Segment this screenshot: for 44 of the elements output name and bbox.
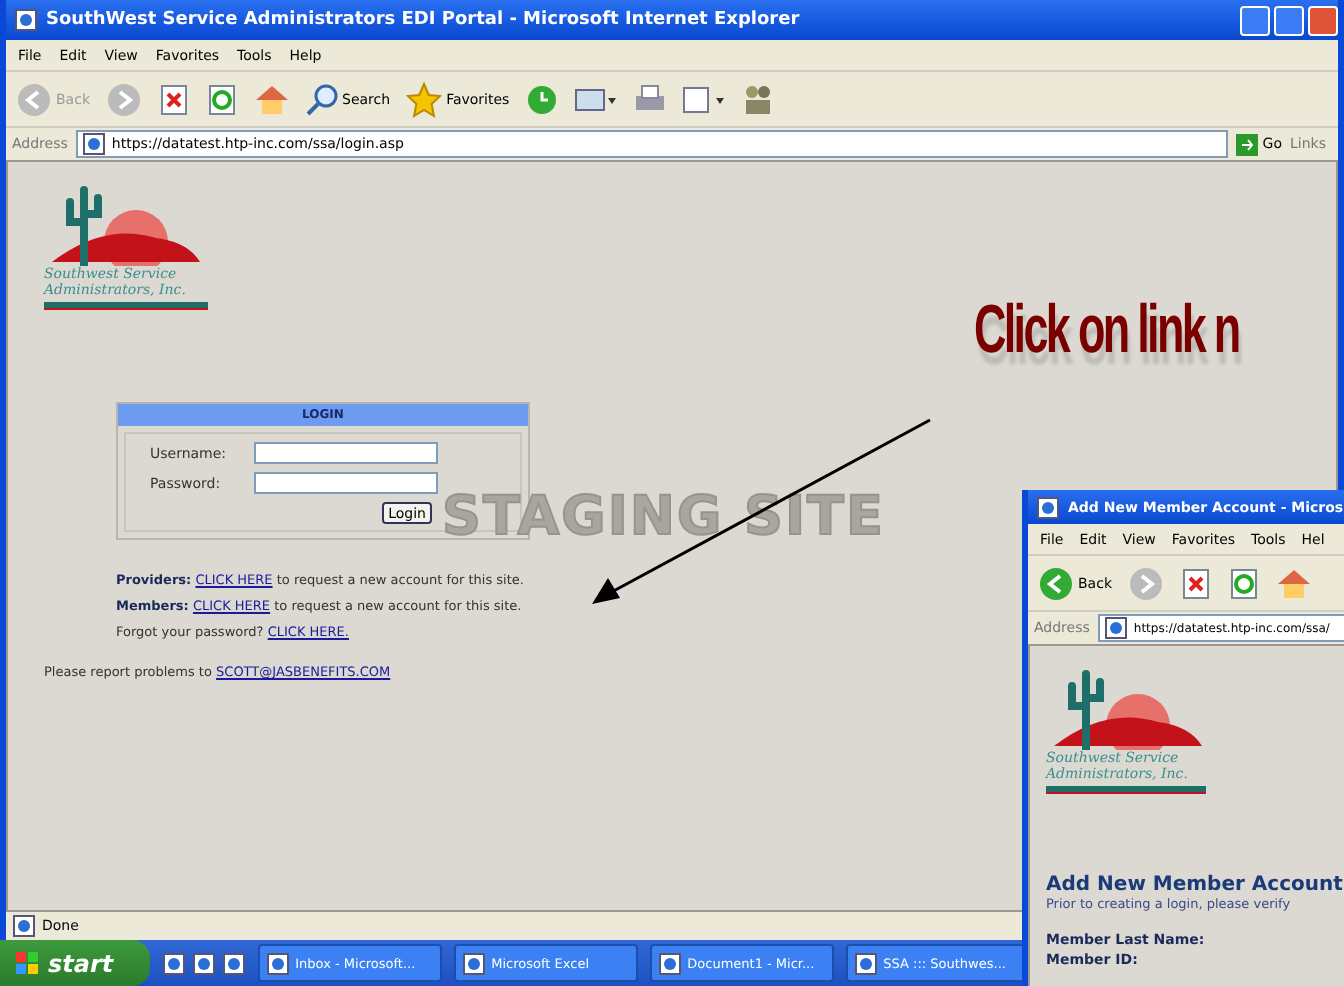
page-icon xyxy=(1103,616,1128,640)
page-icon xyxy=(81,132,106,156)
star-icon xyxy=(406,81,443,117)
stop-icon xyxy=(158,83,190,115)
forward-button[interactable] xyxy=(1126,563,1166,603)
refresh-button[interactable] xyxy=(1226,565,1262,601)
refresh-icon xyxy=(1228,567,1260,599)
close-button[interactable] xyxy=(1308,5,1338,35)
minimize-button[interactable] xyxy=(1240,5,1270,35)
annotation-text: Click on link n xyxy=(974,292,1239,370)
stop-icon xyxy=(1180,567,1212,599)
input-field[interactable] xyxy=(254,442,438,464)
start-button[interactable]: start xyxy=(0,940,150,986)
document-icon xyxy=(681,83,726,115)
browser-icon xyxy=(14,8,38,32)
window-title: SouthWest Service Administrators EDI Portal - Microsoft Internet Explorer xyxy=(46,10,800,30)
home-button[interactable] xyxy=(252,81,292,117)
printer-icon xyxy=(633,83,666,115)
envelope-icon xyxy=(573,83,618,115)
clock-icon xyxy=(525,83,558,115)
maximize-button[interactable] xyxy=(1274,5,1304,35)
windows-flag-icon xyxy=(16,951,40,975)
page-icon xyxy=(12,914,36,938)
refresh-button[interactable] xyxy=(204,81,240,117)
browser-icon xyxy=(1036,495,1060,519)
home-button[interactable] xyxy=(1274,565,1314,601)
forward-button[interactable] xyxy=(104,79,144,119)
input-field[interactable] xyxy=(254,472,438,494)
edit-button[interactable] xyxy=(679,81,728,117)
app-icon xyxy=(657,951,682,975)
house-icon xyxy=(254,83,290,115)
history-button[interactable] xyxy=(523,81,560,117)
staging-site-text: STAGING SITE xyxy=(442,486,885,548)
page-heading: Add New Member Account xyxy=(1046,874,1344,896)
search-icon xyxy=(306,83,338,115)
stop-button[interactable] xyxy=(1178,565,1214,601)
app-icon xyxy=(265,951,290,975)
figures-icon xyxy=(741,83,774,115)
app-icon xyxy=(461,951,486,975)
house-icon xyxy=(1276,567,1312,599)
refresh-icon xyxy=(206,83,238,115)
stop-button[interactable] xyxy=(156,81,192,117)
app-icon xyxy=(853,951,878,975)
browser-icon xyxy=(161,951,186,975)
